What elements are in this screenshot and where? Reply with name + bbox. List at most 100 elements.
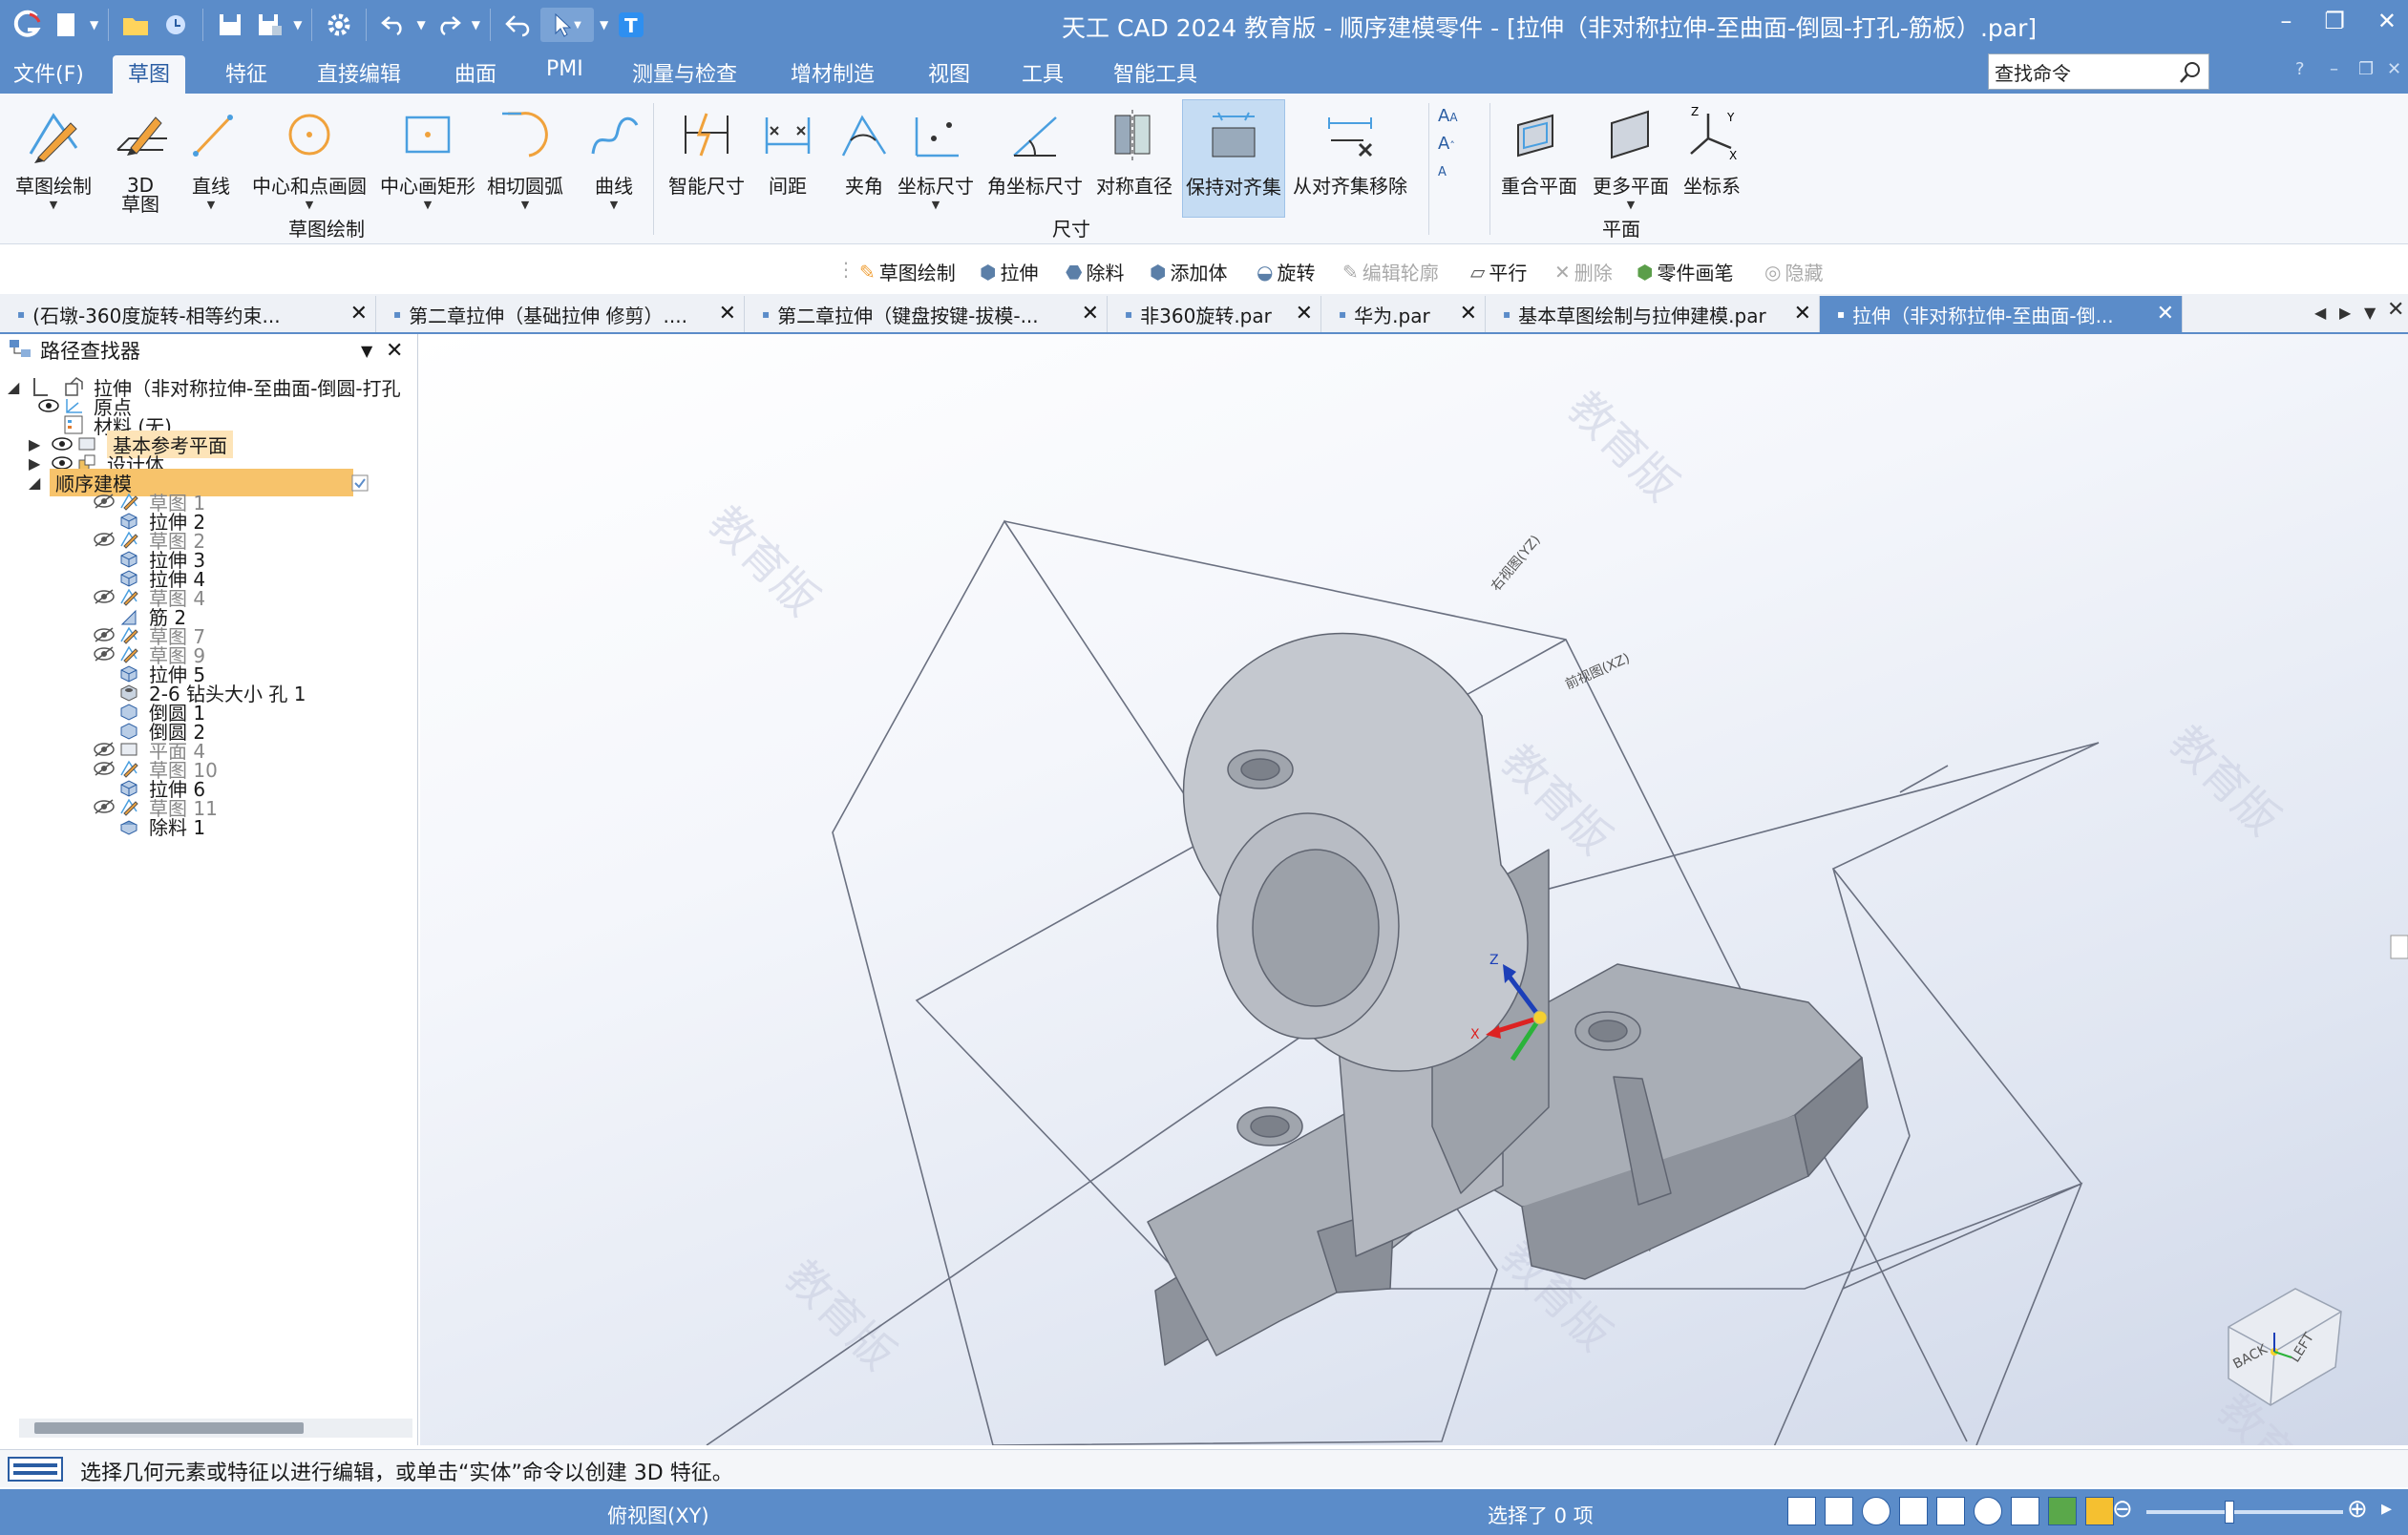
rotate-view-icon[interactable] [1974, 1497, 2002, 1525]
doc-tab[interactable]: ▪ 第二章拉伸（键盘按键-拔模-... ✕ [745, 296, 1108, 332]
view-orient-icon[interactable] [2011, 1497, 2039, 1525]
panel-close-icon[interactable]: ✕ [386, 339, 403, 363]
ctx-parallel-button[interactable]: ▱ 平行 [1470, 258, 1527, 285]
app-logo-icon[interactable] [10, 8, 44, 42]
chevron-down-icon[interactable]: ▼ [416, 18, 425, 32]
menu-additive[interactable]: 增材制造 [791, 57, 875, 88]
menu-pmi[interactable]: PMI [546, 57, 583, 81]
tab-scroll-right-icon[interactable]: ▶ [2339, 304, 2351, 322]
tangent-arc-button[interactable]: 相切圆弧 ▼ [487, 99, 563, 211]
scrollbar-thumb[interactable] [34, 1422, 304, 1434]
coincident-plane-button[interactable]: 重合平面 [1501, 99, 1577, 197]
panel-menu-icon[interactable]: ▼ [361, 342, 372, 360]
bore-hole[interactable] [1252, 849, 1380, 1007]
pan-icon[interactable] [1936, 1497, 1965, 1525]
chevron-down-icon[interactable]: ▼ [293, 18, 302, 32]
doc-tab[interactable]: ▪ 非360旋转.par ✕ [1108, 296, 1321, 332]
minimize-button[interactable]: – [2280, 8, 2292, 34]
close-button[interactable]: ✕ [2377, 8, 2397, 34]
doc-tab[interactable]: ▪ 华为.par ✕ [1321, 296, 1486, 332]
graphics-viewport[interactable]: 教育版 教育版 教育版 教育版 教育版 教育版 教育版 右视图(YZ) 前视图(… [420, 334, 2408, 1445]
checkbox-icon[interactable] [351, 473, 369, 496]
sketch-3d-button[interactable]: 3D 草图 [107, 99, 174, 214]
menu-surface[interactable]: 曲面 [454, 57, 496, 88]
search-icon[interactable] [2178, 60, 2203, 85]
zoom-slider-thumb[interactable] [2225, 1501, 2234, 1524]
fit-view-icon[interactable] [1899, 1497, 1928, 1525]
doc-restore-button[interactable]: ❐ [2358, 59, 2374, 79]
text-small-icon[interactable]: A˄ [1438, 131, 1458, 159]
shaded-icon[interactable] [2085, 1497, 2114, 1525]
doc-tab[interactable]: ▪ 基本草图绘制与拉伸建模.par ✕ [1486, 296, 1820, 332]
menu-file[interactable]: 文件(F) [13, 57, 84, 88]
new-file-icon[interactable] [50, 8, 84, 42]
model-canvas[interactable]: 教育版 教育版 教育版 教育版 教育版 教育版 教育版 右视图(YZ) 前视图(… [420, 334, 2408, 1445]
doc-close-button[interactable]: ✕ [2387, 59, 2401, 79]
customize-dropdown-icon[interactable]: ▼ [600, 18, 608, 32]
plane-notch[interactable] [1899, 765, 1949, 793]
prompt-icon[interactable] [8, 1456, 63, 1488]
zoom-area-icon[interactable] [1862, 1497, 1890, 1525]
overflow-icon[interactable]: ▸ [2381, 1497, 2392, 1521]
save-as-icon[interactable] [253, 8, 287, 42]
top-hole-1-inner[interactable] [1240, 758, 1280, 781]
restore-button[interactable]: ❐ [2324, 8, 2345, 34]
back-arrow-icon[interactable] [500, 8, 535, 42]
zoom-out-icon[interactable]: ⊖ [2112, 1495, 2133, 1524]
more-planes-button[interactable]: 更多平面 ▼ [1593, 99, 1669, 211]
horizontal-scrollbar[interactable] [19, 1419, 412, 1438]
ctx-hide-button[interactable]: ◎ 隐藏 [1764, 258, 1823, 285]
distance-button[interactable]: 间距 [754, 99, 821, 197]
doc-tab-active[interactable]: ▪ 拉伸（非对称拉伸-至曲面-倒... ✕ [1820, 296, 2183, 332]
angle-coord-button[interactable]: 角坐标尺寸 [987, 99, 1083, 197]
ctx-revolve-button[interactable]: ◒ 旋转 [1257, 258, 1315, 285]
text-large-icon[interactable]: AA [1438, 103, 1458, 131]
menu-sketch[interactable]: 草图 [113, 55, 186, 94]
grip-handle[interactable]: ⋮ [836, 258, 855, 281]
angle-button[interactable]: 夹角 [831, 99, 898, 197]
collapse-icon[interactable]: ◢ [8, 378, 29, 396]
tab-close-icon[interactable]: ✕ [719, 302, 736, 326]
select-tool-icon[interactable]: ▼ [539, 8, 594, 42]
ctx-edit-profile-button[interactable]: ✎ 编辑轮廓 [1342, 258, 1439, 285]
open-file-icon[interactable] [118, 8, 153, 42]
text-tiny-icon[interactable]: A [1438, 159, 1458, 186]
tab-list-icon[interactable]: ▼ [2364, 304, 2376, 322]
settings-gear-icon[interactable] [322, 8, 356, 42]
ctx-add-body-button[interactable]: ⬢ 添加体 [1150, 258, 1227, 285]
text-size-icons[interactable]: AA A˄ A [1438, 103, 1458, 186]
remove-aligned-button[interactable]: 从对齐集移除 [1293, 99, 1407, 197]
coord-system-button[interactable]: Y X Z 坐标系 [1679, 99, 1745, 197]
ctx-extrude-button[interactable]: ⬢ 拉伸 [980, 258, 1038, 285]
chevron-down-icon[interactable]: ▼ [472, 18, 480, 32]
menu-smart-tools[interactable]: 智能工具 [1113, 57, 1197, 88]
display-style-icon[interactable] [2048, 1497, 2077, 1525]
redo-icon[interactable] [432, 8, 466, 42]
zoom-in-icon[interactable]: ⊕ [2347, 1495, 2368, 1524]
view-tool-sketch-view-icon[interactable] [1825, 1497, 1853, 1525]
menu-measure[interactable]: 测量与检查 [632, 57, 737, 88]
menu-view[interactable]: 视图 [928, 57, 970, 88]
undo-icon[interactable] [376, 8, 411, 42]
view-cube[interactable]: BACK LEFT [2228, 1288, 2342, 1406]
base-hole-right-inner[interactable] [1588, 1020, 1628, 1042]
command-search-input[interactable]: 查找命令 [1988, 53, 2209, 90]
help-icon[interactable]: ? [2295, 59, 2305, 79]
text-tool-icon[interactable]: T [614, 8, 648, 42]
side-panel-handle[interactable] [2390, 935, 2408, 959]
coord-dimension-button[interactable]: 坐标尺寸 ▼ [898, 99, 974, 211]
save-icon[interactable] [213, 8, 247, 42]
menu-feature[interactable]: 特征 [225, 57, 267, 88]
tab-close-icon[interactable]: ✕ [1082, 302, 1099, 326]
ctx-delete-button[interactable]: ✕ 删除 [1554, 258, 1613, 285]
collapse-icon[interactable]: ◢ [29, 473, 50, 492]
center-rect-button[interactable]: 中心画矩形 ▼ [380, 99, 475, 211]
tab-close-icon[interactable]: ✕ [2157, 302, 2174, 326]
tab-close-icon[interactable]: ✕ [350, 302, 368, 326]
menu-tools[interactable]: 工具 [1022, 57, 1064, 88]
sketch-draw-button[interactable]: 草图绘制 ▼ [15, 99, 92, 211]
curve-button[interactable]: 曲线 ▼ [581, 99, 647, 211]
ctx-cutout-button[interactable]: ⬣ 除料 [1066, 258, 1124, 285]
open-recent-icon[interactable] [158, 8, 193, 42]
zoom-slider[interactable] [2146, 1501, 2343, 1524]
